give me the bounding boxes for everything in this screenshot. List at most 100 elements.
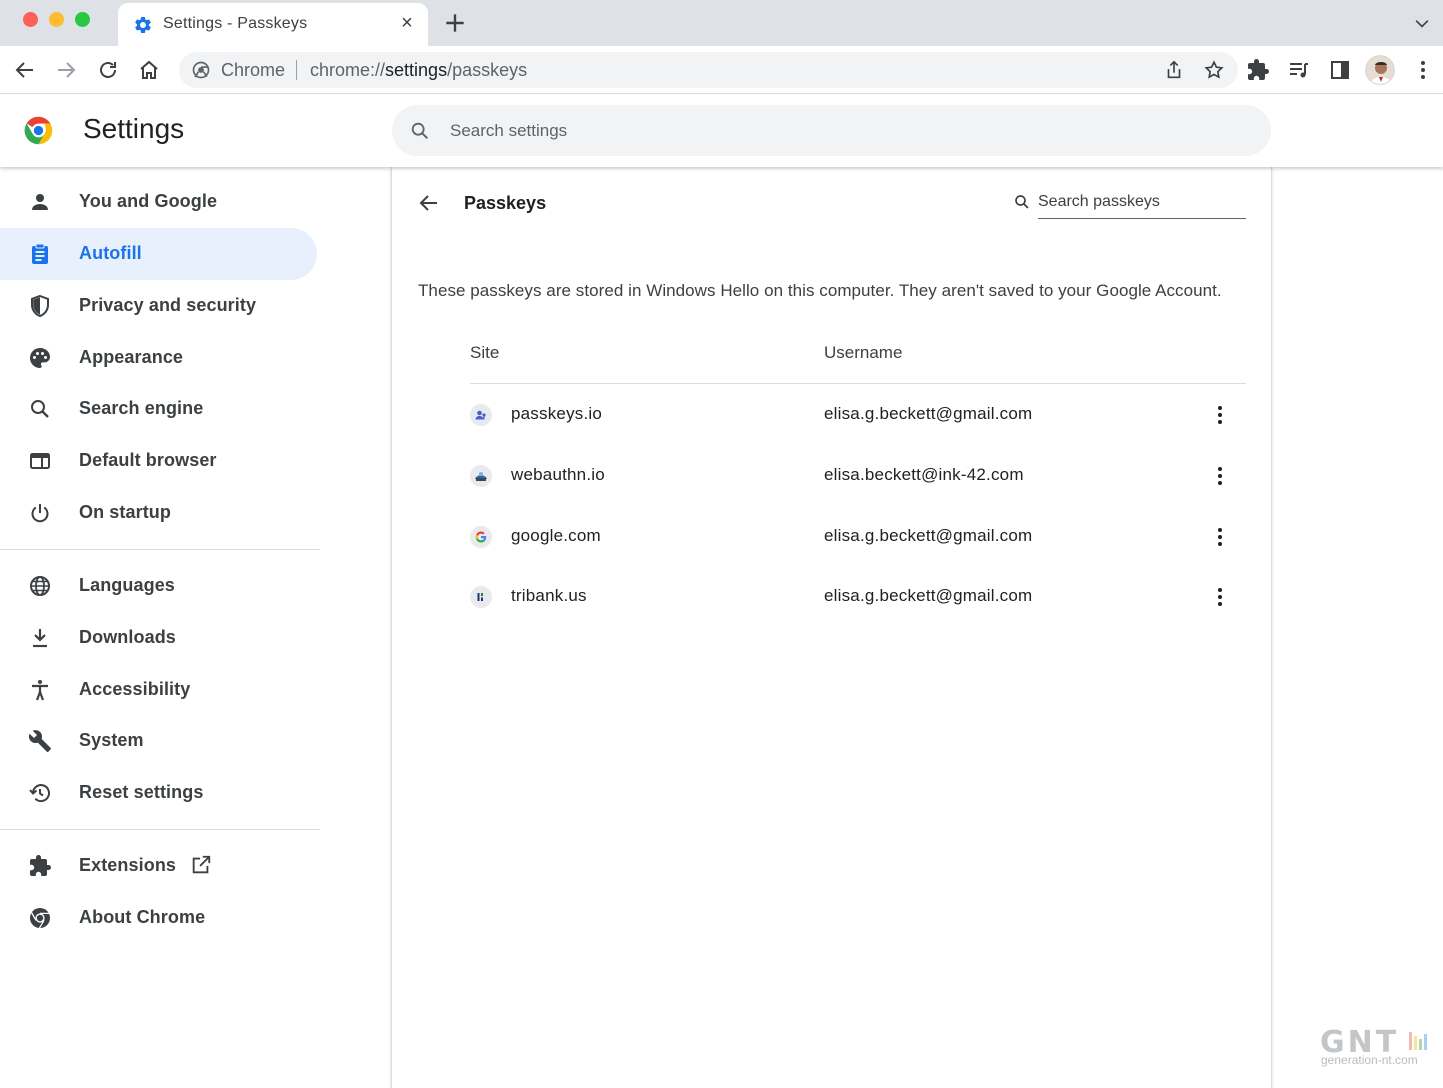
page-title: Settings (83, 113, 185, 144)
address-bar[interactable]: Chrome chrome://settings/passkeys (179, 52, 1238, 88)
forward-arrow-icon[interactable] (54, 58, 78, 82)
url-prefix: chrome:// (310, 60, 386, 80)
webauthn-io-favicon-icon (470, 465, 492, 487)
tab-settings-passkeys[interactable]: Settings - Passkeys × (118, 3, 428, 46)
back-arrow-icon[interactable] (417, 191, 441, 215)
sidebar-item-label: Extensions (79, 855, 177, 875)
sidebar-item-label: Reset settings (79, 782, 204, 802)
puzzle-icon (30, 855, 51, 876)
username: elisa.beckett@ink-42.com (824, 465, 1024, 484)
sidebar-item-extensions[interactable]: Extensions (0, 840, 317, 892)
sidebar-item-label: Appearance (79, 347, 184, 367)
accessibility-icon (32, 680, 48, 701)
sidebar-item-you-and-google[interactable]: You and Google (0, 176, 317, 228)
sidebar-item-languages[interactable]: Languages (0, 560, 317, 612)
more-actions-icon[interactable] (1208, 525, 1232, 549)
sidebar-item-reset-settings[interactable]: Reset settings (0, 767, 317, 819)
wrench-icon (28, 730, 51, 752)
url-text[interactable]: chrome://settings/passkeys (310, 60, 527, 81)
home-icon[interactable] (137, 58, 161, 82)
profile-photo-icon (1366, 56, 1394, 84)
watermark-text: generation-nt.com (1321, 1053, 1418, 1067)
passkeys-description: These passkeys are stored in Windows Hel… (418, 281, 1222, 300)
sidebar-item-system[interactable]: System (0, 715, 317, 767)
sidebar-item-label: Accessibility (79, 679, 191, 699)
passkeys-io-favicon-icon (470, 404, 492, 426)
more-actions-icon[interactable] (1208, 464, 1232, 488)
kebab-menu-icon[interactable] (1411, 58, 1435, 82)
chevron-down-icon[interactable] (1412, 14, 1432, 34)
sidebar-item-autofill[interactable]: Autofill (0, 228, 317, 280)
sidebar-item-privacy-and-security[interactable]: Privacy and security (0, 280, 317, 332)
watermark: GNT generation-nt.com (1320, 1025, 1430, 1070)
maximize-window-button[interactable] (75, 12, 90, 27)
passkey-row: passkeys.io elisa.g.beckett@gmail.com (470, 385, 1246, 445)
settings-header: Settings (0, 95, 1443, 167)
bookmark-star-icon[interactable] (1203, 59, 1225, 81)
sidebar-item-label: You and Google (79, 191, 218, 211)
url-path: /passkeys (447, 60, 528, 80)
sidebar-item-label: About Chrome (79, 907, 206, 927)
site-name: passkeys.io (511, 404, 603, 423)
open-in-new-icon (192, 855, 211, 874)
sidebar-divider (0, 549, 320, 550)
sidebar-item-downloads[interactable]: Downloads (0, 612, 317, 664)
search-icon (1015, 195, 1029, 209)
sidebar-item-label: Downloads (79, 627, 176, 647)
download-icon (33, 629, 47, 648)
new-tab-plus-icon[interactable] (442, 10, 468, 36)
omnibox-separator (296, 60, 297, 80)
media-controls-icon[interactable] (1287, 58, 1311, 82)
column-header-username: Username (824, 343, 903, 362)
share-icon[interactable] (1163, 59, 1185, 81)
sidebar-item-label: Languages (79, 575, 175, 595)
back-arrow-icon[interactable] (13, 58, 37, 82)
sidebar-item-about-chrome[interactable]: About Chrome (0, 892, 317, 944)
browser-toolbar: Chrome chrome://settings/passkeys (0, 46, 1443, 94)
username: elisa.g.beckett@gmail.com (824, 404, 1033, 423)
power-icon (31, 504, 49, 523)
chrome-logo-icon (24, 116, 53, 145)
watermark-bars-icon (1409, 1032, 1427, 1050)
sidebar-item-label: Privacy and security (79, 295, 257, 315)
minimize-window-button[interactable] (49, 12, 64, 27)
sidebar-item-label: Search engine (79, 398, 204, 418)
site-name: webauthn.io (511, 465, 605, 484)
search-passkeys-input[interactable] (1038, 185, 1246, 219)
tab-title: Settings - Passkeys (163, 15, 308, 32)
sidebar-item-appearance[interactable]: Appearance (0, 332, 317, 384)
url-host: settings (385, 60, 448, 80)
history-icon (29, 784, 50, 803)
tab-close-icon[interactable]: × (396, 12, 418, 34)
sidebar-item-accessibility[interactable]: Accessibility (0, 664, 317, 716)
more-actions-icon[interactable] (1208, 403, 1232, 427)
profile-avatar[interactable] (1365, 55, 1395, 85)
clipboard-icon (32, 243, 48, 264)
passkeys-card: Passkeys These passkeys are stored in Wi… (391, 167, 1272, 1088)
sidebar-divider (0, 829, 320, 830)
search-icon (411, 122, 429, 140)
username: elisa.g.beckett@gmail.com (824, 526, 1033, 545)
person-icon (32, 194, 48, 210)
google-favicon-icon (470, 526, 492, 548)
reload-icon[interactable] (96, 58, 120, 82)
sidebar-item-default-browser[interactable]: Default browser (0, 435, 317, 487)
shield-icon (31, 294, 49, 318)
sidebar-item-search-engine[interactable]: Search engine (0, 383, 317, 435)
chrome-icon (192, 61, 210, 79)
sidebar-item-on-startup[interactable]: On startup (0, 487, 317, 539)
search-passkeys-box[interactable] (1013, 185, 1246, 219)
username: elisa.g.beckett@gmail.com (824, 586, 1033, 605)
globe-icon (30, 576, 50, 596)
more-actions-icon[interactable] (1208, 585, 1232, 609)
column-header-site: Site (470, 343, 500, 362)
gear-icon (135, 16, 151, 33)
tab-strip: Settings - Passkeys × (0, 0, 1443, 46)
passkey-row: google.com elisa.g.beckett@gmail.com (470, 507, 1246, 567)
search-settings-box[interactable] (392, 105, 1271, 156)
search-settings-input[interactable] (450, 105, 1230, 156)
extensions-puzzle-icon[interactable] (1246, 58, 1270, 82)
close-window-button[interactable] (23, 12, 38, 27)
chrome-icon (30, 908, 50, 929)
side-panel-icon[interactable] (1328, 58, 1352, 82)
